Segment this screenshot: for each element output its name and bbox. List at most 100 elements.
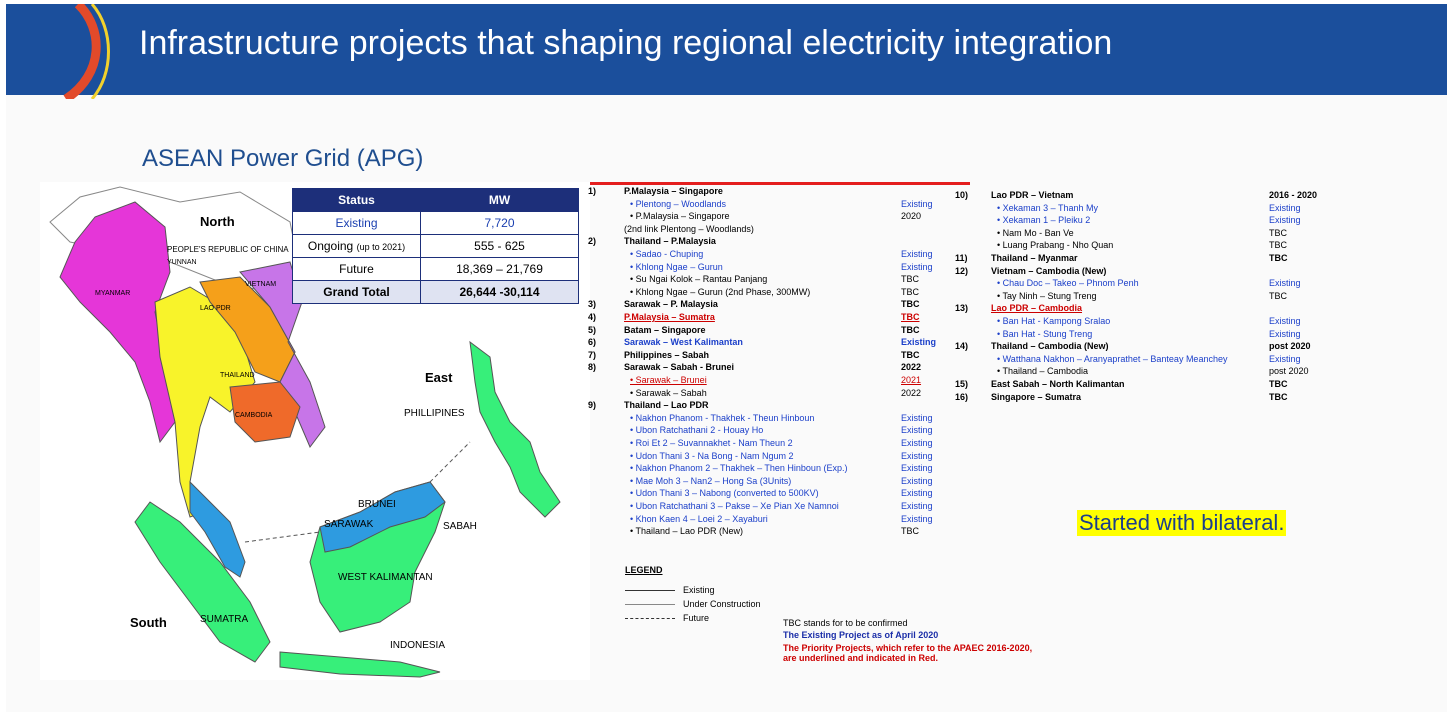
svg-text:PHILLIPINES: PHILLIPINES bbox=[404, 408, 465, 419]
svg-text:SABAH: SABAH bbox=[443, 521, 477, 532]
svg-text:LAO PDR: LAO PDR bbox=[200, 305, 231, 312]
project-number: 1) bbox=[588, 186, 597, 196]
project-number: 2) bbox=[588, 236, 597, 247]
project-item: (2nd link Plentong – Woodlands) bbox=[624, 223, 754, 234]
status-table: Status MW Existing 7,720 Ongoing (up to … bbox=[292, 188, 579, 304]
project-number: 6) bbox=[588, 337, 597, 348]
legend-item: Future bbox=[683, 613, 710, 623]
project-item: • Thailand – Lao PDR (New) bbox=[630, 526, 744, 537]
note-priority: The Priority Projects, which refer to th… bbox=[783, 643, 1033, 653]
svg-text:MYANMAR: MYANMAR bbox=[95, 290, 130, 297]
svg-text:YUNNAN: YUNNAN bbox=[167, 259, 197, 266]
page-title: Infrastructure projects that shaping reg… bbox=[139, 24, 1113, 62]
project-number: 4) bbox=[588, 312, 597, 322]
project-status: Existing bbox=[901, 425, 933, 436]
note-tbc: TBC stands for to be confirmed bbox=[783, 618, 908, 628]
legend: LEGEND Existing Under Construction Futur… bbox=[625, 565, 761, 623]
svg-text:THAILAND: THAILAND bbox=[220, 372, 255, 379]
project-item: • Ubon Ratchathani 2 - Houay Ho bbox=[630, 425, 764, 436]
project-status: Existing bbox=[1269, 215, 1301, 226]
project-status: Existing bbox=[901, 463, 933, 474]
project-status: 2021 bbox=[901, 375, 922, 385]
project-item: P.Malaysia – Singapore bbox=[624, 186, 723, 196]
project-number: 3) bbox=[588, 299, 597, 310]
project-item: Vietnam – Cambodia (New) bbox=[991, 265, 1107, 276]
project-status: Existing bbox=[901, 501, 933, 511]
project-item: • Ban Hat - Kampong Sralao bbox=[997, 316, 1111, 326]
project-number: 5) bbox=[588, 324, 597, 335]
project-status: Existing bbox=[1269, 316, 1301, 326]
table-row: Ongoing (up to 2021) 555 - 625 bbox=[292, 234, 579, 258]
project-item: • Khlong Ngae – Gurun (2nd Phase, 300MW) bbox=[630, 286, 811, 297]
svg-text:PEOPLE'S REPUBLIC OF CHINA: PEOPLE'S REPUBLIC OF CHINA bbox=[167, 245, 289, 254]
project-item: Thailand – Cambodia (New) bbox=[991, 341, 1109, 352]
project-status: Existing bbox=[901, 249, 933, 259]
project-status: TBC bbox=[901, 526, 919, 537]
project-item: Lao PDR – Vietnam bbox=[991, 190, 1074, 200]
project-item: • Sadao - Chuping bbox=[630, 249, 704, 259]
legend-title: LEGEND bbox=[625, 565, 663, 575]
project-item: Thailand – Lao PDR bbox=[624, 400, 709, 411]
project-item: • Nam Mo - Ban Ve bbox=[997, 227, 1074, 238]
mw-header: MW bbox=[420, 188, 579, 212]
project-status: Existing bbox=[901, 337, 937, 348]
project-item: Lao PDR – Cambodia bbox=[991, 303, 1083, 314]
project-number: 9) bbox=[588, 400, 597, 411]
project-number: 15) bbox=[955, 379, 969, 389]
project-status: Existing bbox=[901, 513, 933, 524]
project-status: Existing bbox=[901, 198, 933, 209]
project-status: Existing bbox=[1269, 202, 1301, 213]
note-existing: The Existing Project as of April 2020 bbox=[783, 630, 939, 640]
project-status: Existing bbox=[901, 261, 933, 272]
project-status: TBC bbox=[1269, 290, 1287, 301]
project-number: 11) bbox=[955, 253, 968, 263]
project-item: P.Malaysia – Sumatra bbox=[624, 312, 715, 322]
project-status: 2020 bbox=[901, 211, 922, 222]
project-item: • Plentong – Woodlands bbox=[630, 198, 727, 209]
project-item: Philippines – Sabah bbox=[624, 349, 710, 360]
project-item: • Chau Doc – Takeo – Phnom Penh bbox=[997, 278, 1139, 289]
svg-text:BRUNEI: BRUNEI bbox=[358, 499, 396, 510]
project-status: Existing bbox=[901, 450, 933, 461]
map-label-south: South bbox=[130, 615, 167, 630]
project-status: Existing bbox=[901, 488, 933, 499]
project-number: 7) bbox=[588, 349, 597, 360]
project-status: post 2020 bbox=[1269, 366, 1309, 377]
project-status: Existing bbox=[901, 412, 933, 423]
project-number: 14) bbox=[955, 341, 969, 352]
project-item: • Ban Hat - Stung Treng bbox=[997, 328, 1093, 339]
project-status: 2022 bbox=[901, 362, 922, 373]
project-number: 13) bbox=[955, 303, 969, 314]
project-status: TBC bbox=[1269, 379, 1288, 389]
svg-text:SUMATRA: SUMATRA bbox=[200, 614, 248, 625]
notes: TBC stands for to be confirmed The Exist… bbox=[783, 618, 1032, 663]
project-item: • Su Ngai Kolok – Rantau Panjang bbox=[630, 274, 768, 285]
project-item: • Luang Prabang - Nho Quan bbox=[997, 240, 1114, 251]
project-item: Sarawak – Sabah - Brunei bbox=[624, 362, 735, 373]
table-row: Future 18,369 – 21,769 bbox=[292, 257, 579, 281]
project-item: • Khlong Ngae – Gurun bbox=[630, 261, 723, 272]
project-number: 16) bbox=[955, 391, 969, 402]
project-status: Existing bbox=[901, 438, 933, 448]
map-label-north: North bbox=[200, 214, 235, 229]
svg-text:CAMBODIA: CAMBODIA bbox=[235, 412, 273, 419]
project-number: 10) bbox=[955, 190, 969, 200]
project-item: • Sarawak – Brunei bbox=[630, 375, 707, 385]
project-list-left: 1) P.Malaysia – Singapore • Plentong – Woo… bbox=[588, 186, 948, 546]
project-item: • Watthana Nakhon – Aranyaprathet – Bant… bbox=[997, 353, 1228, 364]
project-status: TBC bbox=[901, 286, 919, 297]
logo-arcs-icon bbox=[63, 4, 110, 99]
table-row: Grand Total 26,644 -30,114 bbox=[292, 280, 579, 304]
project-status: TBC bbox=[1269, 240, 1287, 251]
project-item: • Khon Kaen 4 – Loei 2 – Xayaburi bbox=[630, 513, 768, 524]
project-item: Batam – Singapore bbox=[624, 324, 706, 335]
project-status: TBC bbox=[1269, 391, 1288, 402]
section-subtitle: ASEAN Power Grid (APG) bbox=[142, 145, 424, 172]
project-status: TBC bbox=[1269, 227, 1287, 238]
project-item: • Udon Thani 3 – Nabong (converted to 50… bbox=[630, 488, 819, 499]
project-item: Singapore – Sumatra bbox=[991, 391, 1082, 402]
highlight-note: Started with bilateral. bbox=[1077, 510, 1287, 536]
project-item: • Nakhon Phanom 2 – Thakhek – Then Hinbo… bbox=[630, 463, 848, 474]
project-list-right: 10) Lao PDR – Vietnam 2016 - 2020 • Xekaman… bbox=[955, 190, 1335, 410]
svg-text:SARAWAK: SARAWAK bbox=[324, 519, 374, 530]
